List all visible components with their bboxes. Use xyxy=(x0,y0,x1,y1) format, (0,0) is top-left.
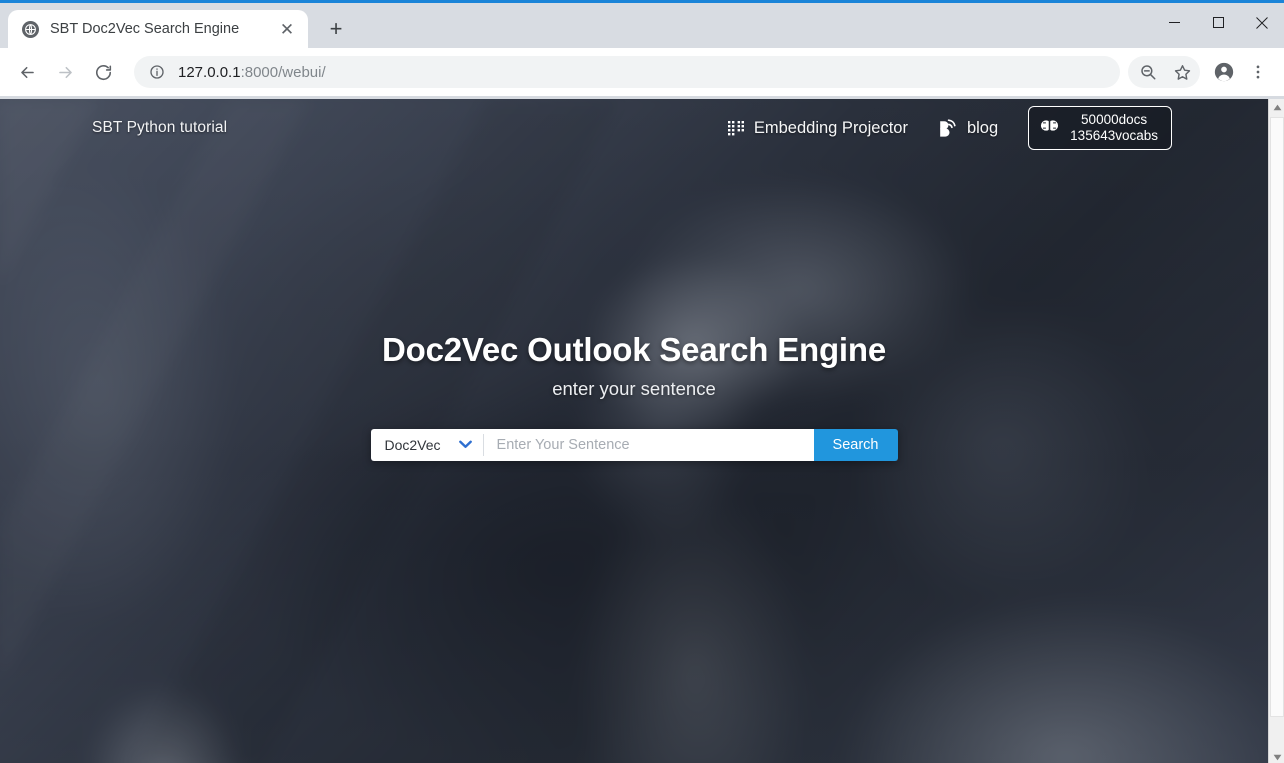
dots-grid-icon xyxy=(727,120,745,136)
url-host: 127.0.0.1 xyxy=(178,63,241,81)
brand-title[interactable]: SBT Python tutorial xyxy=(92,119,227,137)
minimize-icon[interactable] xyxy=(1152,3,1196,45)
engine-select-value: Doc2Vec xyxy=(384,436,441,453)
address-bar[interactable]: 127.0.0.1:8000/webui/ xyxy=(134,56,1120,88)
maximize-icon[interactable] xyxy=(1196,3,1240,45)
site-navbar: SBT Python tutorial Embedding Projector … xyxy=(0,99,1268,157)
url-text: 127.0.0.1:8000/webui/ xyxy=(178,64,326,81)
profile-avatar-icon[interactable] xyxy=(1208,56,1240,88)
browser-tab[interactable]: SBT Doc2Vec Search Engine ✕ xyxy=(8,10,308,48)
search-form: Doc2Vec Search xyxy=(370,428,898,461)
page-scrollbar[interactable] xyxy=(1268,99,1284,763)
toolbar-right-icons xyxy=(1128,56,1274,88)
browser-window: SBT Doc2Vec Search Engine ✕ + 127.0.0.1:… xyxy=(0,0,1284,763)
nav-link-embedding-projector[interactable]: Embedding Projector xyxy=(727,118,908,138)
star-icon[interactable] xyxy=(1166,56,1198,88)
page-viewport: SBT Python tutorial Embedding Projector … xyxy=(0,99,1284,763)
back-arrow-icon[interactable] xyxy=(10,55,44,89)
page-subtitle: enter your sentence xyxy=(552,377,716,399)
url-path: :8000/webui/ xyxy=(240,63,326,81)
stats-badge[interactable]: 50000docs 135643vocabs xyxy=(1028,105,1172,151)
chevron-down-icon xyxy=(458,440,472,449)
browser-toolbar: 127.0.0.1:8000/webui/ xyxy=(0,48,1284,96)
nav-link-blog[interactable]: blog xyxy=(938,119,998,138)
three-dot-menu-icon[interactable] xyxy=(1242,56,1274,88)
scrollbar-down-arrow-icon[interactable] xyxy=(1269,749,1284,763)
info-icon[interactable] xyxy=(148,63,166,81)
hero-section: Doc2Vec Outlook Search Engine enter your… xyxy=(0,99,1268,763)
engine-select[interactable]: Doc2Vec xyxy=(370,428,484,461)
zoom-out-icon[interactable] xyxy=(1132,56,1164,88)
nav-link-label: blog xyxy=(966,118,999,137)
globe-icon xyxy=(22,20,39,38)
blogger-icon xyxy=(938,119,958,137)
scrollbar-up-arrow-icon[interactable] xyxy=(1269,99,1284,116)
webpage: SBT Python tutorial Embedding Projector … xyxy=(0,99,1268,763)
brain-icon xyxy=(1040,116,1059,140)
stats-vocabs: 135643vocabs xyxy=(1070,128,1158,143)
tab-title: SBT Doc2Vec Search Engine xyxy=(50,21,240,37)
navbar-links: Embedding Projector blog 50000docs 13564… xyxy=(727,105,1172,151)
search-input[interactable] xyxy=(483,428,814,461)
browser-titlebar: SBT Doc2Vec Search Engine ✕ + xyxy=(0,3,1284,48)
reload-icon[interactable] xyxy=(86,55,120,89)
page-title: Doc2Vec Outlook Search Engine xyxy=(381,330,887,368)
search-button[interactable]: Search xyxy=(813,428,898,461)
omnibox-action-pill xyxy=(1128,56,1200,88)
forward-arrow-icon[interactable] xyxy=(48,55,82,89)
close-icon[interactable] xyxy=(1240,3,1284,45)
tab-close-icon[interactable]: ✕ xyxy=(276,18,298,40)
new-tab-button[interactable]: + xyxy=(320,13,352,45)
scrollbar-thumb[interactable] xyxy=(1270,117,1284,717)
stats-docs: 50000docs xyxy=(1081,111,1148,127)
window-controls xyxy=(1152,3,1284,45)
stats-badge-lines: 50000docs 135643vocabs xyxy=(1070,112,1158,145)
nav-link-label: Embedding Projector xyxy=(753,118,908,137)
